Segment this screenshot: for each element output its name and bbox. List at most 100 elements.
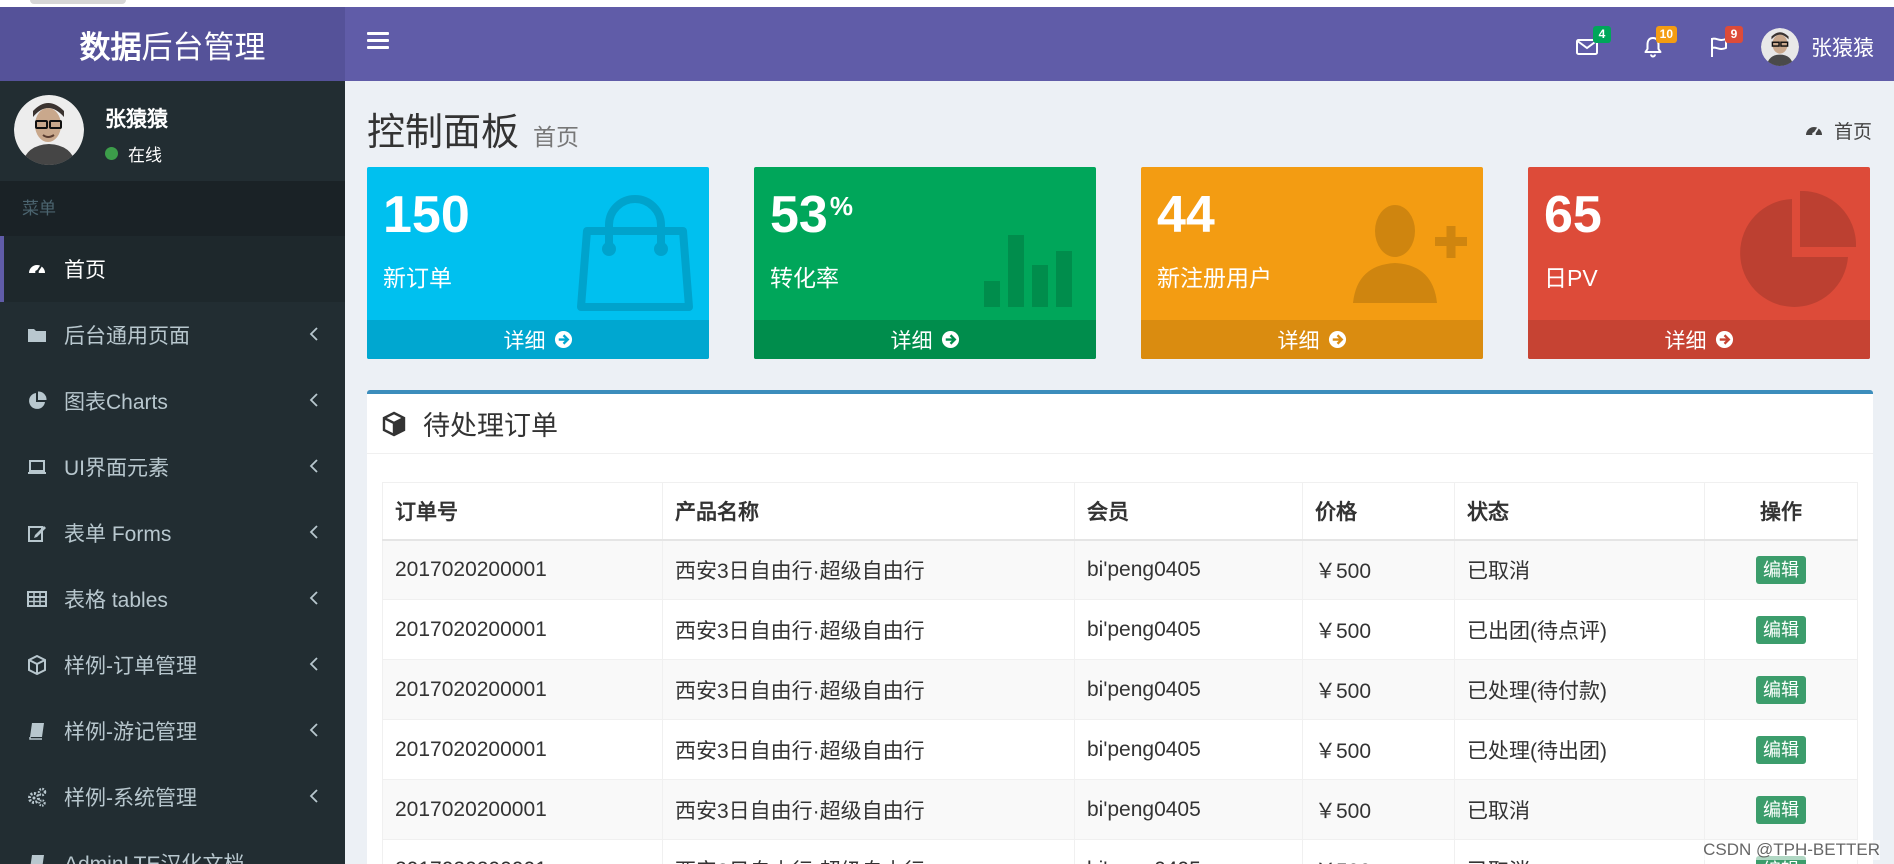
laptop-icon (26, 456, 48, 478)
sidebar-item-label: 样例-系统管理 (64, 787, 197, 810)
order-id-cell: 2017020200001 (382, 839, 663, 864)
breadcrumb-home: 首页 (1833, 122, 1872, 143)
action-cell: 编辑 (1704, 659, 1858, 720)
sidebar-item-ui-elements[interactable]: UI界面元素 (0, 434, 345, 500)
stat-value: 44 (1157, 186, 1215, 244)
order-id-cell: 2017020200001 (382, 539, 663, 600)
sidebar-item-charts[interactable]: 图表Charts (0, 368, 345, 434)
table-row: 2017020200001 西安3日自由行·超级自由行 bi'peng0405 … (382, 779, 1858, 840)
arrow-circle-right-icon (554, 330, 572, 349)
sidebar-item-home[interactable]: 首页 (0, 236, 345, 302)
user-menu[interactable]: 张猿猿 (1761, 27, 1874, 67)
tasks-button[interactable]: 9 (1701, 26, 1743, 65)
status-cell: 已处理(待付款) (1454, 659, 1705, 720)
product-cell: 西安3日自由行·超级自由行 (662, 599, 1075, 660)
action-cell: 编辑 (1704, 539, 1858, 600)
stat-box-daily-pv: 65 日PV 详细 (1528, 167, 1870, 359)
main-content: 控制面板 首页 首页 150 新订单 详细 53% 转化率 详细 44 新注册用… (345, 81, 1894, 864)
messages-button[interactable]: 4 (1569, 26, 1611, 65)
status-cell: 已取消 (1454, 539, 1705, 600)
member-cell: bi'peng0405 (1074, 779, 1303, 840)
sidebar-item-label: UI界面元素 (64, 457, 169, 480)
stat-details-link[interactable]: 详细 (1141, 320, 1483, 359)
sidebar-item-forms[interactable]: 表单 Forms (0, 500, 345, 566)
table-row: 2017020200001 西安3日自由行·超级自由行 bi'peng0405 … (382, 839, 1858, 864)
browser-tab-stub[interactable] (30, 0, 126, 4)
product-cell: 西安3日自由行·超级自由行 (662, 719, 1075, 780)
edit-button[interactable]: 编辑 (1756, 735, 1806, 764)
sidebar-item-label: 样例-游记管理 (64, 721, 197, 744)
column-header[interactable]: 订单号 (382, 482, 663, 541)
user-status: 在线 (105, 141, 162, 166)
user-panel: 张猿猿 在线 (0, 81, 345, 181)
column-header[interactable]: 会员 (1074, 482, 1303, 541)
content-header: 控制面板 首页 (367, 101, 579, 156)
pending-orders-box: 待处理订单 订单号 产品名称 会员 价格 状态 操作 2017020200001… (367, 390, 1873, 864)
stat-value: 150 (383, 186, 470, 244)
orders-table: 订单号 产品名称 会员 价格 状态 操作 2017020200001 西安3日自… (382, 482, 1858, 864)
chevron-left-icon (309, 459, 318, 473)
edit-icon (26, 522, 48, 544)
breadcrumb[interactable]: 首页 (1804, 117, 1872, 144)
box-title: 待处理订单 (423, 411, 558, 441)
sidebar-item-label: 图表Charts (64, 391, 168, 414)
user-avatar-small (1761, 28, 1799, 66)
stat-label: 新注册用户 (1157, 265, 1272, 291)
edit-button[interactable]: 编辑 (1756, 615, 1806, 644)
sidebar-item-order-management[interactable]: 样例-订单管理 (0, 632, 345, 698)
chevron-left-icon (309, 723, 318, 737)
stat-details-link[interactable]: 详细 (754, 320, 1096, 359)
chevron-left-icon (309, 789, 318, 803)
status-cell: 已取消 (1454, 779, 1705, 840)
notifications-button[interactable]: 10 (1635, 26, 1677, 65)
column-header[interactable]: 操作 (1704, 482, 1858, 541)
order-id-cell: 2017020200001 (382, 659, 663, 720)
price-cell: ￥500 (1302, 839, 1455, 864)
sidebar-item-label: 样例-订单管理 (64, 655, 197, 678)
stat-value: 53% (770, 186, 853, 244)
edit-button[interactable]: 编辑 (1756, 795, 1806, 824)
pie-chart-icon (1740, 191, 1856, 307)
book-icon (26, 852, 48, 864)
column-header[interactable]: 产品名称 (662, 482, 1075, 541)
chevron-left-icon (309, 393, 318, 407)
member-cell: bi'peng0405 (1074, 719, 1303, 780)
sidebar-item-general-pages[interactable]: 后台通用页面 (0, 302, 345, 368)
stat-box-conversion: 53% 转化率 详细 (754, 167, 1096, 359)
stat-details-link[interactable]: 详细 (1528, 320, 1870, 359)
column-header[interactable]: 状态 (1454, 482, 1705, 541)
page-title: 控制面板 (367, 112, 520, 154)
sidebar-item-system-management[interactable]: 样例-系统管理 (0, 764, 345, 830)
order-id-cell: 2017020200001 (382, 779, 663, 840)
stat-details-link[interactable]: 详细 (367, 320, 709, 359)
chevron-left-icon (309, 657, 318, 671)
sidebar-item-travelogue-management[interactable]: 样例-游记管理 (0, 698, 345, 764)
sidebar-item-tables[interactable]: 表格 tables (0, 566, 345, 632)
sidebar-item-docs[interactable]: AdminLTE汉化文档 (0, 830, 345, 864)
menu-header: 菜单 (0, 181, 345, 236)
top-navbar: 4 10 9 张猿猿 (345, 7, 1894, 81)
table-row: 2017020200001 西安3日自由行·超级自由行 bi'peng0405 … (382, 719, 1858, 780)
logo-bold-text: 数据 (79, 29, 142, 65)
notifications-badge: 10 (1655, 26, 1677, 43)
edit-button[interactable]: 编辑 (1756, 675, 1806, 704)
price-cell: ￥500 (1302, 539, 1455, 600)
arrow-circle-right-icon (941, 330, 959, 349)
sidebar-item-label: 表格 tables (64, 589, 168, 612)
table-row: 2017020200001 西安3日自由行·超级自由行 bi'peng0405 … (382, 599, 1858, 660)
order-id-cell: 2017020200001 (382, 719, 663, 780)
status-cell: 已处理(待出团) (1454, 719, 1705, 780)
chevron-left-icon (309, 525, 318, 539)
app-logo[interactable]: 数据 后台管理 (0, 7, 345, 81)
sidebar-toggle-button[interactable] (367, 32, 389, 56)
chevron-left-icon (309, 591, 318, 605)
logo-light-text: 后台管理 (141, 29, 266, 65)
product-cell: 西安3日自由行·超级自由行 (662, 539, 1075, 600)
tasks-badge: 9 (1725, 26, 1743, 43)
user-avatar (14, 95, 84, 165)
action-cell: 编辑 (1704, 599, 1858, 660)
stat-box-new-users: 44 新注册用户 详细 (1141, 167, 1483, 359)
sidebar: 张猿猿 在线 菜单 首页 后台通用页面 图表Charts UI界面元素 表单 F… (0, 81, 345, 864)
edit-button[interactable]: 编辑 (1756, 555, 1806, 584)
column-header[interactable]: 价格 (1302, 482, 1455, 541)
